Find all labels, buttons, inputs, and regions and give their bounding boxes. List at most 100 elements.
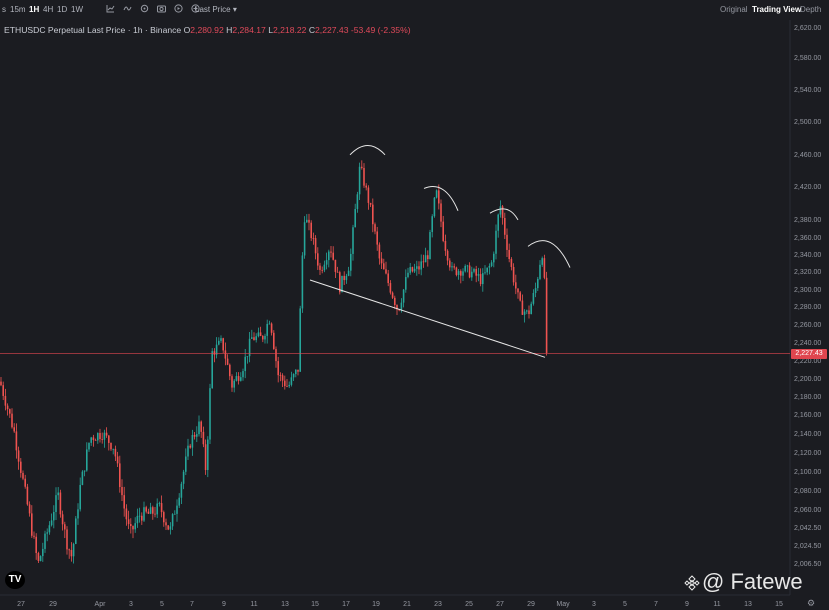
indicators-icon[interactable] xyxy=(123,4,132,13)
candle-body xyxy=(119,463,121,488)
candle-body xyxy=(165,522,167,526)
candle-body xyxy=(405,277,407,290)
view-depth-button[interactable]: Depth xyxy=(800,5,821,14)
candle-body xyxy=(70,549,73,557)
candle-body xyxy=(163,512,165,523)
view-original-button[interactable]: Original xyxy=(720,5,748,14)
candle-body xyxy=(427,255,429,260)
chevron-down-icon: ▾ xyxy=(232,5,237,14)
candle-body xyxy=(402,289,405,303)
y-tick-label: 2,220.00 xyxy=(794,358,821,365)
candle-body xyxy=(158,503,161,504)
candle-body xyxy=(200,421,202,432)
candle-body xyxy=(242,371,244,378)
candle-body xyxy=(277,361,279,376)
candle-body xyxy=(266,323,268,336)
candle-body xyxy=(321,269,323,271)
candle-body xyxy=(55,495,57,512)
candle-body xyxy=(174,513,176,515)
timeframe-1h[interactable]: 1H xyxy=(29,5,39,14)
candle-body xyxy=(543,258,546,278)
candle-body xyxy=(537,278,539,289)
candle-body xyxy=(363,167,365,186)
x-tick-label: 15 xyxy=(311,601,319,608)
x-tick-label: Apr xyxy=(95,601,107,608)
candle-body xyxy=(435,190,438,198)
x-tick-label: 13 xyxy=(744,601,752,608)
candle-body xyxy=(176,505,178,514)
y-tick-label: 2,500.00 xyxy=(794,119,821,126)
candle-body xyxy=(407,272,409,278)
chart-type-icon[interactable] xyxy=(106,4,115,13)
candle-body xyxy=(141,515,143,521)
price-source-select[interactable]: Last Price ▾ xyxy=(195,5,237,14)
watermark-text: @ Fatewe xyxy=(702,569,803,594)
timeframe-seconds[interactable]: s xyxy=(2,5,6,14)
candle-body xyxy=(9,409,11,414)
camera-icon[interactable] xyxy=(157,4,166,13)
candle-body xyxy=(394,297,396,306)
candle-body xyxy=(105,432,108,436)
timeframe-1d[interactable]: 1D xyxy=(57,5,67,14)
y-tick-label: 2,260.00 xyxy=(794,322,821,329)
candle-body xyxy=(376,231,378,245)
candle-body xyxy=(110,442,112,450)
candle-body xyxy=(310,222,312,239)
candle-body xyxy=(46,532,48,534)
candle-body xyxy=(33,535,35,537)
view-trading-view-button[interactable]: Trading View xyxy=(752,5,801,14)
candle-body xyxy=(61,514,64,525)
timeframe-15m[interactable]: 15m xyxy=(10,5,26,14)
candle-body xyxy=(259,332,262,336)
candle-body xyxy=(270,323,273,333)
candle-body xyxy=(191,434,194,448)
candle-body xyxy=(213,351,216,355)
candle-body xyxy=(343,275,345,281)
y-tick-label: 2,120.00 xyxy=(794,450,821,457)
candle-body xyxy=(515,282,517,289)
candle-body xyxy=(121,487,123,496)
candle-body xyxy=(127,519,130,525)
candle-body xyxy=(372,204,374,225)
timeframe-1w[interactable]: 1W xyxy=(71,5,83,14)
candle-body xyxy=(75,518,77,544)
candle-body xyxy=(479,274,482,285)
y-tick-label: 2,300.00 xyxy=(794,287,821,294)
candle-body xyxy=(171,514,174,527)
candle-body xyxy=(31,513,33,536)
y-tick-label: 2,460.00 xyxy=(794,152,821,159)
candle-body xyxy=(281,375,284,381)
candle-body xyxy=(352,227,354,254)
candle-body xyxy=(418,266,420,270)
settings-icon[interactable] xyxy=(140,4,149,13)
candle-body xyxy=(512,266,515,283)
candle-body xyxy=(539,264,541,279)
timeframe-4h[interactable]: 4H xyxy=(43,5,53,14)
chart-toolbar: s 15m 1H 4H 1D 1W Last Price ▾ Original … xyxy=(0,0,829,20)
candle-body xyxy=(387,273,389,284)
candle-body xyxy=(422,261,425,263)
y-tick-label: 2,160.00 xyxy=(794,412,821,419)
candle-body xyxy=(81,471,84,485)
candle-body xyxy=(468,265,471,278)
candle-body xyxy=(534,288,537,293)
y-tick-label: 2,340.00 xyxy=(794,252,821,259)
candle-body xyxy=(477,274,480,276)
candle-body xyxy=(475,269,477,276)
candle-body xyxy=(13,427,15,432)
candle-body xyxy=(37,553,40,561)
candle-body xyxy=(493,253,495,263)
candle-body xyxy=(198,421,200,435)
candle-body xyxy=(354,209,356,228)
candle-body xyxy=(488,265,491,268)
candle-body xyxy=(251,337,253,339)
price-chart[interactable]: 2,620.00 2,580.00 2,540.00 2,500.00 2,460.00… xyxy=(0,20,829,610)
candle-body xyxy=(255,336,257,341)
y-tick-label: 2,420.00 xyxy=(794,184,821,191)
candle-body xyxy=(532,292,535,304)
replay-icon[interactable] xyxy=(174,4,183,13)
scale-settings-icon[interactable]: ⚙ xyxy=(807,598,815,609)
candle-body xyxy=(53,511,55,521)
candle-body xyxy=(235,376,238,381)
candle-body xyxy=(224,350,227,359)
